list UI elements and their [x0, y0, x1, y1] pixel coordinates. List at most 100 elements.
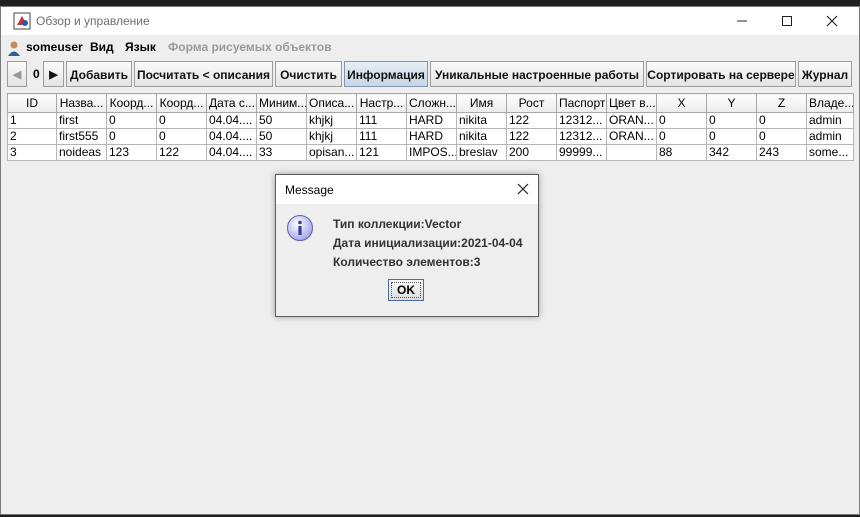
table-cell[interactable]: opisan... — [306, 144, 357, 161]
triangle-right-icon: ▶ — [49, 69, 58, 81]
table-row[interactable]: 3 noideas 123 122 04.04.... 33 opisan...… — [7, 144, 854, 161]
table-cell[interactable]: khjkj — [306, 128, 357, 145]
table-cell[interactable]: 111 — [356, 128, 407, 145]
count-less-description-button[interactable]: Посчитать < описания — [134, 61, 273, 87]
table-cell[interactable]: 33 — [256, 144, 307, 161]
title-bar[interactable]: Обзор и управление — [1, 7, 859, 35]
column-header[interactable]: ID — [7, 93, 57, 113]
table-cell[interactable]: 0 — [756, 128, 807, 145]
table-cell[interactable]: 0 — [106, 112, 157, 129]
table-cell[interactable] — [606, 144, 657, 161]
close-button[interactable] — [809, 7, 855, 35]
table-cell[interactable]: HARD — [406, 112, 457, 129]
column-header[interactable]: Y — [706, 93, 757, 113]
table-cell[interactable]: IMPOS... — [406, 144, 457, 161]
table-cell[interactable]: 123 — [106, 144, 157, 161]
column-header[interactable]: Настр... — [356, 93, 407, 113]
table-cell[interactable]: first555 — [56, 128, 107, 145]
table-cell[interactable]: 99999... — [556, 144, 607, 161]
table-cell[interactable]: 0 — [756, 112, 807, 129]
column-header[interactable]: Имя — [456, 93, 507, 113]
table-cell[interactable]: first — [56, 112, 107, 129]
column-header[interactable]: X — [656, 93, 707, 113]
table-cell[interactable]: 122 — [506, 128, 557, 145]
table-cell[interactable]: 0 — [156, 128, 207, 145]
clear-button[interactable]: Очистить — [275, 61, 342, 87]
table-cell[interactable]: breslav — [456, 144, 507, 161]
table-cell[interactable]: ORAN... — [606, 128, 657, 145]
add-button[interactable]: Добавить — [66, 61, 132, 87]
column-header[interactable]: Миним... — [256, 93, 307, 113]
table-cell[interactable]: 0 — [106, 128, 157, 145]
column-header[interactable]: Описа... — [306, 93, 357, 113]
maximize-button[interactable] — [764, 7, 810, 35]
table-cell[interactable]: khjkj — [306, 112, 357, 129]
table-cell[interactable]: some... — [806, 144, 854, 161]
table-cell[interactable]: HARD — [406, 128, 457, 145]
table-cell[interactable]: nikita — [456, 128, 507, 145]
table-cell[interactable]: 122 — [506, 112, 557, 129]
table-cell[interactable]: 243 — [756, 144, 807, 161]
table-cell[interactable]: noideas — [56, 144, 107, 161]
menu-bar: someuser Вид Язык Форма рисуемых объекто… — [1, 37, 859, 57]
column-header[interactable]: Владе... — [806, 93, 854, 113]
column-header[interactable]: Назва... — [56, 93, 107, 113]
table-cell[interactable]: 0 — [656, 128, 707, 145]
table-cell[interactable]: 121 — [356, 144, 407, 161]
table-cell[interactable]: admin — [806, 128, 854, 145]
column-header[interactable]: Паспорт — [556, 93, 607, 113]
table-row[interactable]: 2 first555 0 0 04.04.... 50 khjkj 111 HA… — [7, 128, 854, 145]
table-cell[interactable]: 04.04.... — [206, 112, 257, 129]
menu-view[interactable]: Вид — [90, 40, 114, 54]
unique-tuned-works-button[interactable]: Уникальные настроенные работы — [430, 61, 644, 87]
table-cell[interactable]: 122 — [156, 144, 207, 161]
minimize-button[interactable] — [719, 7, 765, 35]
menu-language[interactable]: Язык — [125, 40, 156, 54]
table-cell[interactable]: 200 — [506, 144, 557, 161]
table-header-row: ID Назва... Коорд... Коорд... Дата с... … — [7, 93, 854, 113]
column-header[interactable]: Рост — [506, 93, 557, 113]
table-cell[interactable]: admin — [806, 112, 854, 129]
info-button[interactable]: Информация — [344, 61, 428, 87]
table-cell[interactable]: 3 — [7, 144, 57, 161]
table-cell[interactable]: 342 — [706, 144, 757, 161]
column-header[interactable]: Дата с... — [206, 93, 257, 113]
menu-shapes-form[interactable]: Форма рисуемых объектов — [168, 40, 331, 54]
objects-table: ID Назва... Коорд... Коорд... Дата с... … — [7, 93, 854, 161]
table-cell[interactable]: 50 — [256, 128, 307, 145]
window-title: Обзор и управление — [36, 14, 150, 28]
table-cell[interactable]: 0 — [656, 112, 707, 129]
table-cell[interactable]: 111 — [356, 112, 407, 129]
table-cell[interactable]: 12312... — [556, 112, 607, 129]
menu-user[interactable]: someuser — [26, 40, 83, 54]
sort-on-server-button[interactable]: Сортировать на сервере — [646, 61, 796, 87]
java-app-icon — [13, 12, 31, 30]
toolbar: ◀ 0 ▶ Добавить Посчитать < описания Очис… — [7, 61, 857, 89]
table-cell[interactable]: 12312... — [556, 128, 607, 145]
column-header[interactable]: Сложн... — [406, 93, 457, 113]
column-header[interactable]: Z — [756, 93, 807, 113]
table-cell[interactable]: nikita — [456, 112, 507, 129]
table-cell[interactable]: 0 — [156, 112, 207, 129]
column-header[interactable]: Цвет в... — [606, 93, 657, 113]
table-cell[interactable]: 88 — [656, 144, 707, 161]
init-date-text: Дата инициализации:2021-04-04 — [333, 236, 523, 250]
table-cell[interactable]: 04.04.... — [206, 128, 257, 145]
collection-type-text: Тип коллекции:Vector — [333, 217, 462, 231]
dialog-title-bar[interactable]: Message — [276, 175, 538, 204]
table-cell[interactable]: 0 — [706, 112, 757, 129]
prev-page-button[interactable]: ◀ — [7, 61, 27, 87]
dialog-close-icon[interactable] — [516, 182, 530, 196]
table-cell[interactable]: 50 — [256, 112, 307, 129]
table-cell[interactable]: 1 — [7, 112, 57, 129]
ok-button[interactable]: OK — [388, 279, 424, 301]
column-header[interactable]: Коорд... — [156, 93, 207, 113]
table-cell[interactable]: 04.04.... — [206, 144, 257, 161]
table-cell[interactable]: ORAN... — [606, 112, 657, 129]
table-row[interactable]: 1 first 0 0 04.04.... 50 khjkj 111 HARD … — [7, 112, 854, 129]
log-button[interactable]: Журнал — [798, 61, 852, 87]
column-header[interactable]: Коорд... — [106, 93, 157, 113]
table-cell[interactable]: 0 — [706, 128, 757, 145]
table-cell[interactable]: 2 — [7, 128, 57, 145]
next-page-button[interactable]: ▶ — [43, 61, 64, 87]
